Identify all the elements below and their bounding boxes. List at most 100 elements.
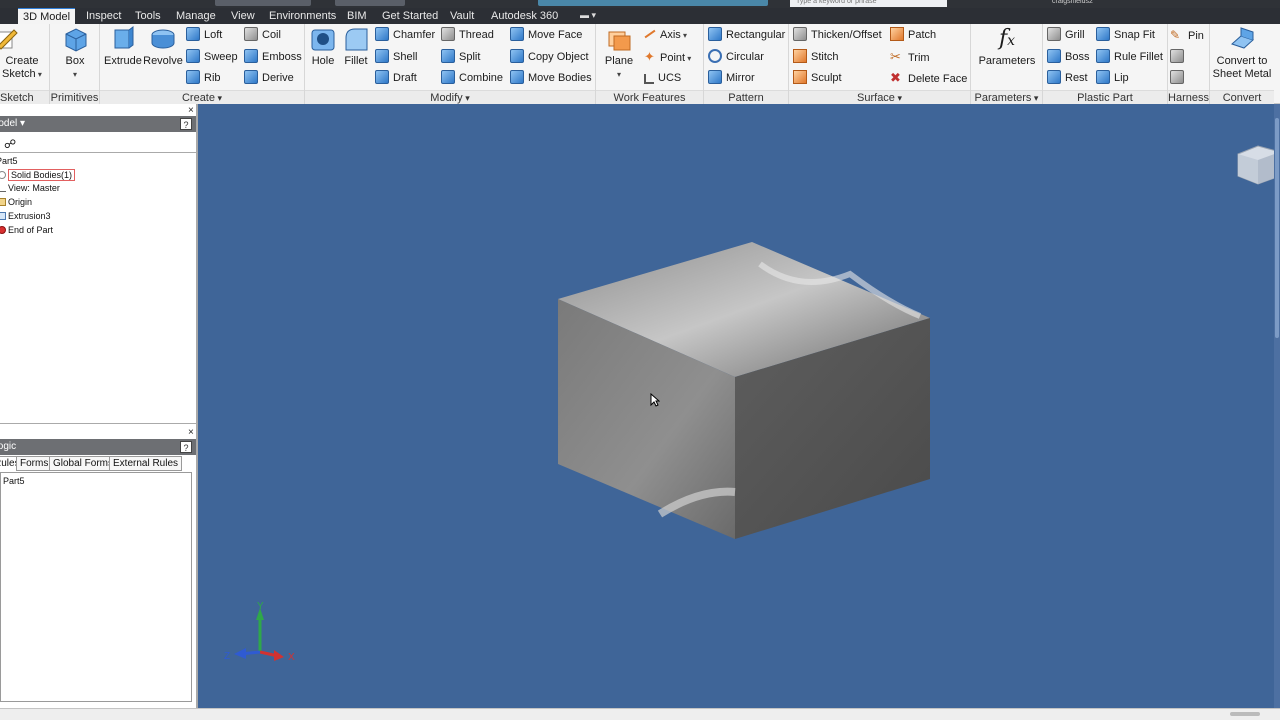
panel-label-parameters[interactable]: Parameters xyxy=(971,90,1042,104)
tree-item-extrusion3[interactable]: Extrusion3 xyxy=(0,210,51,222)
rectangular-pattern-button[interactable]: Rectangular xyxy=(708,26,785,44)
combine-button[interactable]: Combine xyxy=(441,69,503,87)
plane-button[interactable]: Plane ▾ xyxy=(600,26,638,81)
thread-button[interactable]: Thread xyxy=(441,26,494,44)
convert-label-1: Convert to xyxy=(1216,55,1268,67)
panel-label-surface[interactable]: Surface xyxy=(789,90,970,104)
boss-label: Boss xyxy=(1065,51,1090,63)
rest-icon xyxy=(1047,70,1061,84)
emboss-button[interactable]: Emboss xyxy=(244,48,302,66)
point-button[interactable]: ✦ Point ▾ xyxy=(644,48,691,66)
sculpt-button[interactable]: Sculpt xyxy=(793,69,842,87)
panel-label-harness: Harness xyxy=(1168,90,1209,104)
tab-manage[interactable]: Manage xyxy=(176,8,216,24)
mirror-button[interactable]: Mirror xyxy=(708,69,755,87)
coil-button[interactable]: Coil xyxy=(244,26,281,44)
split-button[interactable]: Split xyxy=(441,48,480,66)
extrude-button[interactable]: Extrude xyxy=(104,26,142,68)
box-button[interactable]: Box ▾ xyxy=(52,26,98,81)
material-dropdown[interactable] xyxy=(335,0,405,6)
copy-object-button[interactable]: Copy Object xyxy=(510,48,589,66)
tab-tools[interactable]: Tools xyxy=(135,8,161,24)
user-account[interactable]: craigshields2 xyxy=(1052,0,1162,7)
textured-box-body[interactable] xyxy=(558,242,930,539)
panel-label-create[interactable]: Create xyxy=(100,90,304,104)
tab-environments[interactable]: Environments xyxy=(269,8,336,24)
grill-button[interactable]: Grill xyxy=(1047,26,1085,44)
ilogic-item-part5[interactable]: Part5 xyxy=(3,475,25,487)
help-search-input[interactable]: Type a keyword or phrase xyxy=(790,0,947,7)
thicken-label: Thicken/Offset xyxy=(811,29,882,41)
help-icon[interactable]: ? xyxy=(180,118,192,130)
ilogic-panel-header[interactable]: iLogic ? xyxy=(0,439,196,455)
tree-label-origin: Origin xyxy=(8,197,33,207)
draft-label: Draft xyxy=(393,72,417,84)
convert-to-sheet-metal-button[interactable]: Convert to Sheet Metal xyxy=(1211,26,1273,81)
chamfer-button[interactable]: Chamfer xyxy=(375,26,435,44)
tree-item-solid-bodies[interactable]: Solid Bodies(1) xyxy=(0,169,76,181)
parameters-button[interactable]: fx Parameters xyxy=(975,26,1039,68)
tree-item-origin[interactable]: Origin xyxy=(0,196,32,208)
pin-button[interactable]: ✎ Pin xyxy=(1170,26,1204,44)
end-of-part-icon xyxy=(0,226,6,234)
delete-face-button[interactable]: ✖ Delete Face xyxy=(890,69,967,87)
viewcube-icon[interactable] xyxy=(1232,140,1280,190)
status-scroll-thumb[interactable] xyxy=(1230,712,1260,716)
lip-button[interactable]: Lip xyxy=(1096,69,1129,87)
tab-3d-model[interactable]: 3D Model xyxy=(18,8,76,24)
tab-get-started[interactable]: Get Started xyxy=(382,8,438,24)
tab-global-forms[interactable]: Global Forms xyxy=(49,456,118,471)
trim-button[interactable]: ✂ Trim xyxy=(890,48,930,66)
revolve-button[interactable]: Revolve xyxy=(143,26,183,68)
create-sketch-button[interactable]: Create Sketch ▾ xyxy=(0,26,46,81)
tree-item-view-master[interactable]: View: Master xyxy=(0,182,60,194)
circular-label: Circular xyxy=(726,51,764,63)
shell-button[interactable]: Shell xyxy=(375,48,417,66)
ucs-button[interactable]: UCS xyxy=(644,69,681,87)
patch-button[interactable]: Patch xyxy=(890,26,936,44)
ilogic-panel-close-icon[interactable]: × xyxy=(188,427,194,438)
boss-button[interactable]: Boss xyxy=(1047,48,1089,66)
tab-forms[interactable]: Forms xyxy=(16,456,53,471)
move-bodies-button[interactable]: Move Bodies xyxy=(510,69,592,87)
model-panel-header[interactable]: Model ▾ ? xyxy=(0,116,196,132)
tab-vault[interactable]: Vault xyxy=(450,8,474,24)
ilogic-help-icon[interactable]: ? xyxy=(180,441,192,453)
axis-button[interactable]: Axis ▾ xyxy=(644,26,687,44)
graphics-viewport[interactable] xyxy=(200,104,1280,708)
appearance-dropdown[interactable] xyxy=(215,0,311,6)
tab-view[interactable]: View xyxy=(231,8,255,24)
harness-remove-button[interactable] xyxy=(1170,69,1188,87)
model-canvas[interactable] xyxy=(200,104,1280,708)
panel-label-modify[interactable]: Modify xyxy=(305,90,595,104)
derive-button[interactable]: Derive xyxy=(244,69,294,87)
rest-button[interactable]: Rest xyxy=(1047,69,1088,87)
tab-inspect[interactable]: Inspect xyxy=(86,8,121,24)
move-face-button[interactable]: Move Face xyxy=(510,26,582,44)
tab-autodesk-360[interactable]: Autodesk 360 xyxy=(491,8,558,24)
sweep-button[interactable]: Sweep xyxy=(186,48,238,66)
z-axis-label: Z xyxy=(224,651,230,662)
draft-button[interactable]: Draft xyxy=(375,69,417,87)
model-panel-close-icon[interactable]: × xyxy=(188,105,194,116)
binoculars-icon[interactable]: ☍ xyxy=(4,137,16,151)
circular-pattern-button[interactable]: Circular xyxy=(708,48,764,66)
rib-button[interactable]: Rib xyxy=(186,69,221,87)
thicken-offset-button[interactable]: Thicken/Offset xyxy=(793,26,882,44)
loft-button[interactable]: Loft xyxy=(186,26,222,44)
ribbon-options-icon[interactable]: ▬ ▾ xyxy=(580,10,596,21)
harness-tool-button[interactable] xyxy=(1170,48,1188,66)
tab-external-rules[interactable]: External Rules xyxy=(109,456,183,471)
panel-label-pattern: Pattern xyxy=(704,90,788,104)
tab-bim[interactable]: BIM xyxy=(347,8,367,24)
viewport-scroll-thumb[interactable] xyxy=(1275,118,1279,338)
snap-fit-button[interactable]: Snap Fit xyxy=(1096,26,1155,44)
tree-label-end-of-part: End of Part xyxy=(8,225,54,235)
rule-fillet-button[interactable]: Rule Fillet xyxy=(1096,48,1163,66)
hole-button[interactable]: Hole xyxy=(307,26,339,68)
stitch-button[interactable]: Stitch xyxy=(793,48,839,66)
tree-item-end-of-part[interactable]: End of Part xyxy=(0,224,53,236)
axis-icon xyxy=(644,29,656,39)
tree-item-part5[interactable]: Part5 xyxy=(0,155,18,167)
fillet-button[interactable]: Fillet xyxy=(341,26,371,68)
